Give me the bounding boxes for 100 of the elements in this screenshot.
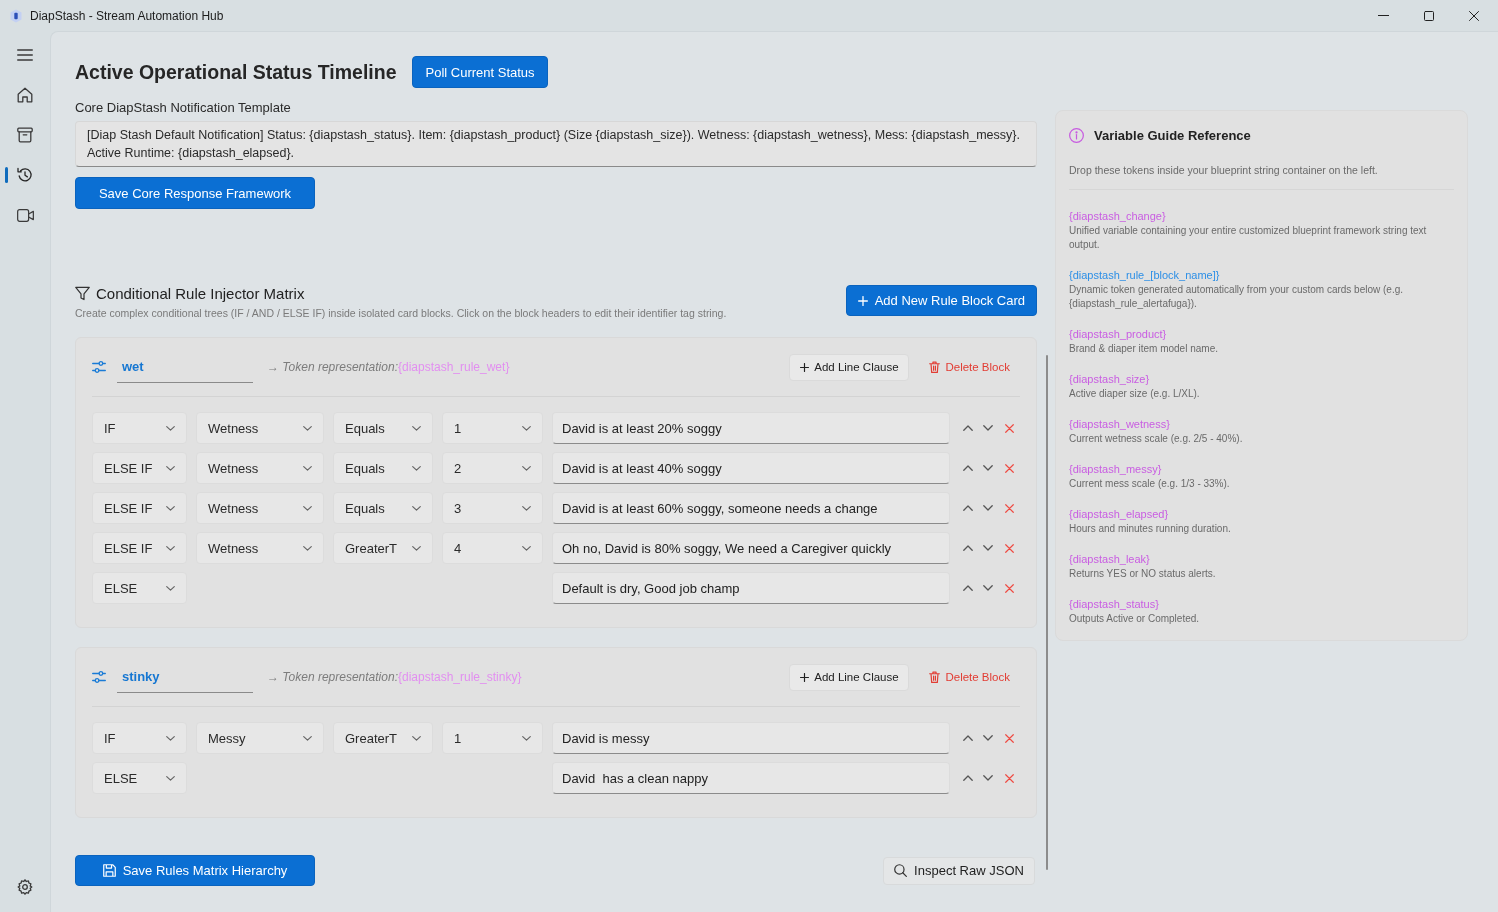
- section-title: Conditional Rule Injector Matrix: [96, 284, 305, 302]
- value-select[interactable]: 3: [442, 492, 543, 524]
- save-rules-button[interactable]: Save Rules Matrix Hierarchy: [75, 855, 315, 886]
- chevron-down-icon: [412, 545, 421, 551]
- field-select[interactable]: Wetness: [196, 532, 324, 564]
- keyword-select[interactable]: IF: [92, 722, 187, 754]
- add-clause-button[interactable]: Add Line Clause: [789, 353, 910, 381]
- field-select[interactable]: Wetness: [196, 492, 324, 524]
- field-select[interactable]: Messy: [196, 722, 324, 754]
- scrollbar[interactable]: [1046, 355, 1048, 870]
- save-template-button[interactable]: Save Core Response Framework: [75, 177, 315, 209]
- token-name: {diapstash_rule_stinky}: [397, 670, 522, 684]
- add-block-button[interactable]: Add New Rule Block Card: [845, 285, 1037, 316]
- value-select[interactable]: 2: [442, 452, 543, 484]
- keyword-select[interactable]: ELSE IF: [92, 452, 187, 484]
- add-clause-button[interactable]: Add Line Clause: [789, 663, 910, 691]
- chevron-down-icon: [412, 505, 421, 511]
- field-select[interactable]: Wetness: [196, 452, 324, 484]
- chevron-up-icon[interactable]: [963, 505, 973, 511]
- info-icon: [1069, 127, 1084, 143]
- value-select[interactable]: 1: [442, 722, 543, 754]
- chevron-down-icon: [166, 505, 175, 511]
- chevron-down-icon: [303, 505, 312, 511]
- operator-select[interactable]: Equals: [333, 452, 433, 484]
- chevron-down-icon: [303, 545, 312, 551]
- chevron-down-icon: [303, 425, 312, 431]
- value-select[interactable]: 4: [442, 532, 543, 564]
- archive-icon: [17, 127, 33, 143]
- cross-icon[interactable]: [1005, 773, 1014, 783]
- keyword-select[interactable]: ELSE IF: [92, 492, 187, 524]
- template-field[interactable]: [Diap Stash Default Notification] Status: {diapstash_status}. Item: {diapstash_product} (Size {diapstash_size}). Wetness: {diapstash_wetness}, Mess: {diapstash_messy}. Active Runtime: {diapstash_elapsed}.: [75, 121, 1037, 167]
- poll-status-button[interactable]: Poll Current Status: [412, 56, 548, 88]
- chevron-down-icon: [303, 735, 312, 741]
- chevron-down-icon: [522, 545, 531, 551]
- trash-icon: [929, 671, 941, 683]
- message-field[interactable]: David is at least 40% soggy: [552, 452, 950, 484]
- chevron-down-icon: [522, 465, 531, 471]
- token-label: → Token representation:: [267, 360, 398, 374]
- sliders-icon: [92, 361, 106, 373]
- panel-intro: Drop these tokens inside your blueprint string container on the left.: [1069, 163, 1379, 177]
- home-icon: [17, 87, 33, 103]
- chevron-up-icon[interactable]: [963, 425, 973, 431]
- maximize-icon[interactable]: [1424, 10, 1434, 21]
- video-camera-icon: [16, 208, 34, 222]
- keyword-select[interactable]: IF: [92, 412, 187, 444]
- message-field[interactable]: Oh no, David is 80% soggy, We need a Caregiver quickly: [552, 532, 950, 564]
- chevron-down-icon: [166, 585, 175, 591]
- save-icon: [102, 864, 116, 877]
- panel-title: Variable Guide Reference: [1094, 127, 1251, 143]
- chevron-down-icon[interactable]: [983, 775, 993, 781]
- chevron-up-icon[interactable]: [963, 465, 973, 471]
- field-select[interactable]: Wetness: [196, 412, 324, 444]
- section-subtitle: Create complex conditional trees (IF / AND / ELSE IF) inside isolated card blocks. Click on the block headers to edit their identifier tag string.: [75, 306, 728, 320]
- chevron-down-icon[interactable]: [983, 425, 993, 431]
- settings-icon[interactable]: [17, 879, 33, 895]
- operator-select[interactable]: Equals: [333, 412, 433, 444]
- cross-icon[interactable]: [1005, 543, 1014, 553]
- cross-icon[interactable]: [1005, 463, 1014, 473]
- chevron-down-icon[interactable]: [983, 585, 993, 591]
- chevron-down-icon: [166, 775, 175, 781]
- token-name: {diapstash_rule_wet}: [397, 360, 510, 374]
- plus-icon: [800, 362, 810, 372]
- message-field[interactable]: David is messy: [552, 722, 950, 754]
- sliders-icon: [92, 671, 106, 683]
- chevron-up-icon[interactable]: [963, 775, 973, 781]
- token-label: → Token representation:: [267, 670, 398, 684]
- cross-icon[interactable]: [1005, 583, 1014, 593]
- chevron-up-icon[interactable]: [963, 585, 973, 591]
- keyword-select[interactable]: ELSE: [92, 762, 187, 794]
- inspect-json-button[interactable]: Inspect Raw JSON: [883, 856, 1035, 885]
- message-field[interactable]: Default is dry, Good job champ: [552, 572, 950, 604]
- chevron-down-icon[interactable]: [983, 465, 993, 471]
- close-icon[interactable]: [1469, 10, 1479, 21]
- operator-select[interactable]: GreaterT: [333, 722, 433, 754]
- keyword-select[interactable]: ELSE: [92, 572, 187, 604]
- chevron-down-icon: [522, 425, 531, 431]
- chevron-up-icon[interactable]: [963, 545, 973, 551]
- value-select[interactable]: 1: [442, 412, 543, 444]
- chevron-down-icon: [166, 545, 175, 551]
- chevron-down-icon[interactable]: [983, 505, 993, 511]
- message-field[interactable]: David is at least 60% soggy, someone needs a change: [552, 492, 950, 524]
- chevron-down-icon[interactable]: [983, 735, 993, 741]
- chevron-down-icon: [166, 735, 175, 741]
- chevron-down-icon: [166, 465, 175, 471]
- cross-icon[interactable]: [1005, 503, 1014, 513]
- variable-token: {diapstash_status}: [1069, 597, 1159, 611]
- message-field[interactable]: David has a clean nappy: [552, 762, 950, 794]
- menu-icon[interactable]: [17, 49, 33, 61]
- chevron-up-icon[interactable]: [963, 735, 973, 741]
- cross-icon[interactable]: [1005, 733, 1014, 743]
- chevron-down-icon[interactable]: [983, 545, 993, 551]
- cross-icon[interactable]: [1005, 423, 1014, 433]
- keyword-select[interactable]: ELSE IF: [92, 532, 187, 564]
- chevron-down-icon: [522, 505, 531, 511]
- chevron-down-icon: [412, 425, 421, 431]
- page-title: Active Operational Status Timeline: [75, 60, 397, 84]
- message-field[interactable]: David is at least 20% soggy: [552, 412, 950, 444]
- operator-select[interactable]: Equals: [333, 492, 433, 524]
- variable-token: {diapstash_elapsed}: [1069, 507, 1169, 521]
- operator-select[interactable]: GreaterT: [333, 532, 433, 564]
